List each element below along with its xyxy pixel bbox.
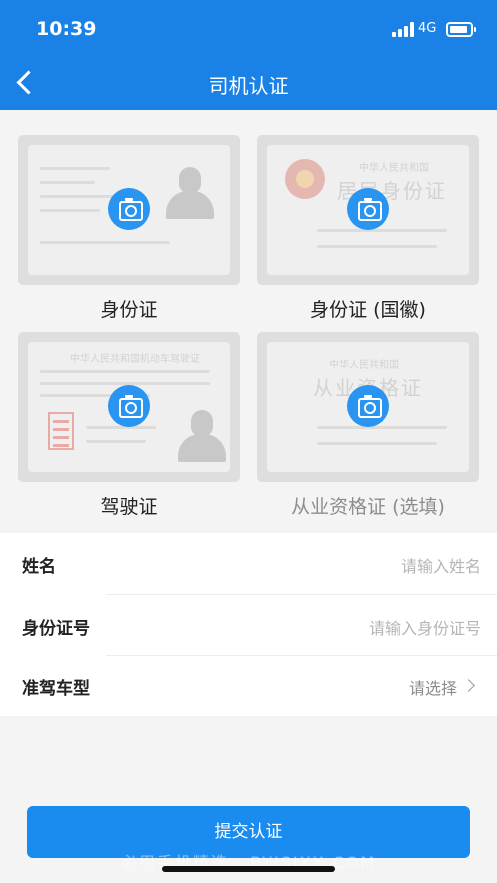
top-bar: 10:39 4G 司机认证 (0, 0, 497, 110)
national-emblem-icon (285, 159, 325, 199)
name-label: 姓名 (22, 557, 56, 577)
status-time: 10:39 (36, 18, 97, 40)
camera-icon[interactable] (108, 385, 150, 427)
driver-info-form: 姓名 请输入姓名 身份证号 请输入身份证号 准驾车型 请选择 (0, 533, 497, 716)
license-type-select[interactable]: 请选择 (409, 675, 457, 699)
network-type: 4G (418, 21, 437, 36)
camera-icon[interactable] (108, 188, 150, 230)
camera-icon[interactable] (347, 188, 389, 230)
chevron-right-icon (462, 679, 475, 692)
name-field-row[interactable]: 姓名 请输入姓名 (0, 533, 497, 594)
stamp-icon (48, 412, 74, 450)
id-card-back-upload[interactable]: 中华人民共和国 居民身份证 (257, 135, 479, 285)
driver-license-upload[interactable]: 中华人民共和国机动车驾驶证 (18, 332, 240, 482)
upload-cards: 身份证 中华人民共和国 居民身份证 身份证 (国徽) 中华人民共和国机动车驾驶证… (0, 110, 497, 533)
id-number-label: 身份证号 (22, 619, 90, 639)
license-type-label: 准驾车型 (22, 679, 90, 699)
id-card-front-upload[interactable] (18, 135, 240, 285)
home-indicator (162, 866, 335, 872)
license-type-select-row[interactable]: 准驾车型 请选择 (0, 655, 497, 716)
card-caption-driver-license: 驾驶证 (100, 496, 158, 518)
signal-icon (392, 22, 414, 37)
card-caption-id-back: 身份证 (国徽) (310, 299, 426, 321)
card-caption-qualification: 从业资格证 (选填) (291, 496, 445, 518)
card-caption-id-front: 身份证 (100, 299, 158, 321)
qualification-cert-upload[interactable]: 中华人民共和国 从业资格证 (257, 332, 479, 482)
battery-icon (446, 22, 476, 37)
id-number-field-row[interactable]: 身份证号 请输入身份证号 (0, 595, 497, 656)
page-title: 司机认证 (208, 74, 289, 98)
id-number-input[interactable]: 请输入身份证号 (369, 615, 481, 639)
camera-icon[interactable] (347, 385, 389, 427)
name-input[interactable]: 请输入姓名 (401, 553, 481, 577)
status-bar: 10:39 4G (0, 0, 497, 58)
